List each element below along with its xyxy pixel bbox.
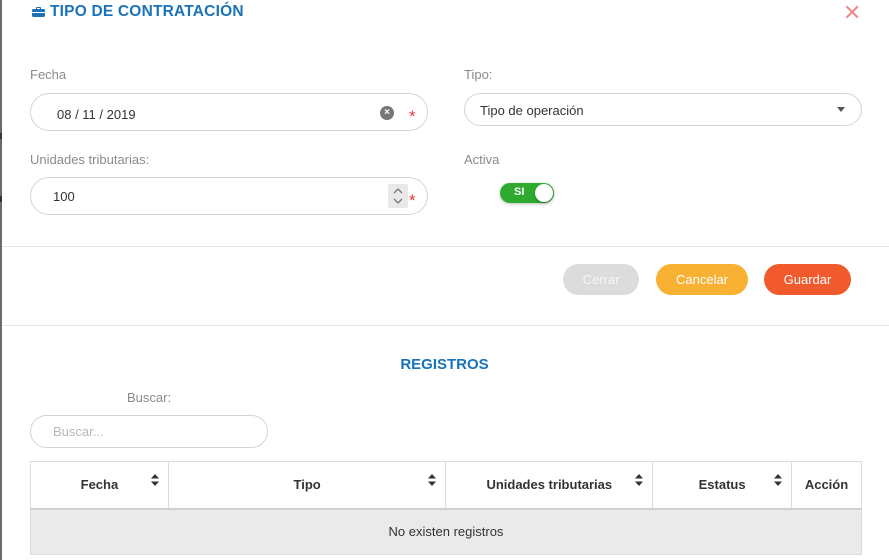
table-header-row: Fecha Tipo Unidades tributarias Estatus bbox=[30, 461, 862, 510]
close-icon[interactable]: ✕ bbox=[843, 0, 861, 26]
activa-toggle[interactable]: SI bbox=[500, 183, 554, 203]
unidades-number-input[interactable]: 100 * bbox=[30, 177, 428, 215]
divider bbox=[2, 246, 889, 247]
window-left-edge bbox=[0, 0, 2, 560]
toggle-knob bbox=[535, 184, 553, 202]
column-header-label: Estatus bbox=[698, 477, 746, 493]
number-spinner-icon[interactable] bbox=[388, 184, 408, 208]
unidades-value: 100 bbox=[53, 189, 75, 204]
required-asterisk: * bbox=[409, 191, 416, 210]
activa-label: Activa bbox=[464, 152, 500, 167]
cerrar-button[interactable]: Cerrar bbox=[563, 264, 639, 295]
tipo-label: Tipo: bbox=[464, 67, 493, 82]
edge-mark bbox=[0, 196, 2, 202]
toggle-label: SI bbox=[514, 186, 525, 198]
empty-table-message: No existen registros bbox=[30, 508, 862, 555]
tipo-select[interactable]: Tipo de operación bbox=[464, 93, 862, 126]
spinner-down-icon[interactable] bbox=[393, 198, 403, 205]
column-header-label: Fecha bbox=[80, 477, 119, 493]
modal-title: TIPO DE CONTRATACIÓN bbox=[32, 3, 244, 21]
fecha-date-input[interactable]: 08 / 11 / 2019 × * bbox=[30, 93, 428, 131]
fecha-value: 08 / 11 / 2019 bbox=[57, 107, 136, 122]
guardar-button[interactable]: Guardar bbox=[764, 264, 851, 295]
registros-table: Fecha Tipo Unidades tributarias Estatus bbox=[30, 461, 862, 555]
caret-down-icon bbox=[837, 107, 845, 112]
column-header-unidades[interactable]: Unidades tributarias bbox=[445, 461, 654, 510]
clear-circle-icon[interactable]: × bbox=[380, 106, 394, 120]
fecha-label: Fecha bbox=[30, 67, 67, 82]
column-header-label: Tipo bbox=[293, 477, 321, 493]
column-header-label: Unidades tributarias bbox=[486, 477, 613, 493]
tipo-selected-value: Tipo de operación bbox=[480, 103, 584, 118]
search-label: Buscar: bbox=[127, 390, 172, 405]
unidades-label: Unidades tributarias: bbox=[30, 152, 150, 167]
sort-icon[interactable] bbox=[774, 474, 783, 486]
sort-icon[interactable] bbox=[150, 474, 159, 486]
spinner-up-icon[interactable] bbox=[393, 187, 403, 194]
table-row: No existen registros bbox=[30, 508, 862, 555]
briefcase-icon bbox=[32, 7, 45, 17]
required-asterisk: * bbox=[409, 107, 416, 126]
column-header-fecha[interactable]: Fecha bbox=[30, 461, 169, 510]
search-input[interactable] bbox=[30, 415, 268, 448]
divider bbox=[2, 325, 889, 326]
edge-mark bbox=[0, 133, 2, 139]
sort-icon[interactable] bbox=[428, 474, 437, 486]
cancelar-button[interactable]: Cancelar bbox=[656, 264, 748, 295]
registros-title: REGISTROS bbox=[400, 356, 489, 373]
modal-title-text: TIPO DE CONTRATACIÓN bbox=[50, 3, 244, 20]
column-header-label: Acción bbox=[804, 477, 849, 493]
column-header-tipo[interactable]: Tipo bbox=[167, 461, 447, 510]
sort-icon[interactable] bbox=[635, 474, 644, 486]
column-header-accion: Acción bbox=[791, 461, 862, 510]
column-header-estatus[interactable]: Estatus bbox=[652, 461, 793, 510]
